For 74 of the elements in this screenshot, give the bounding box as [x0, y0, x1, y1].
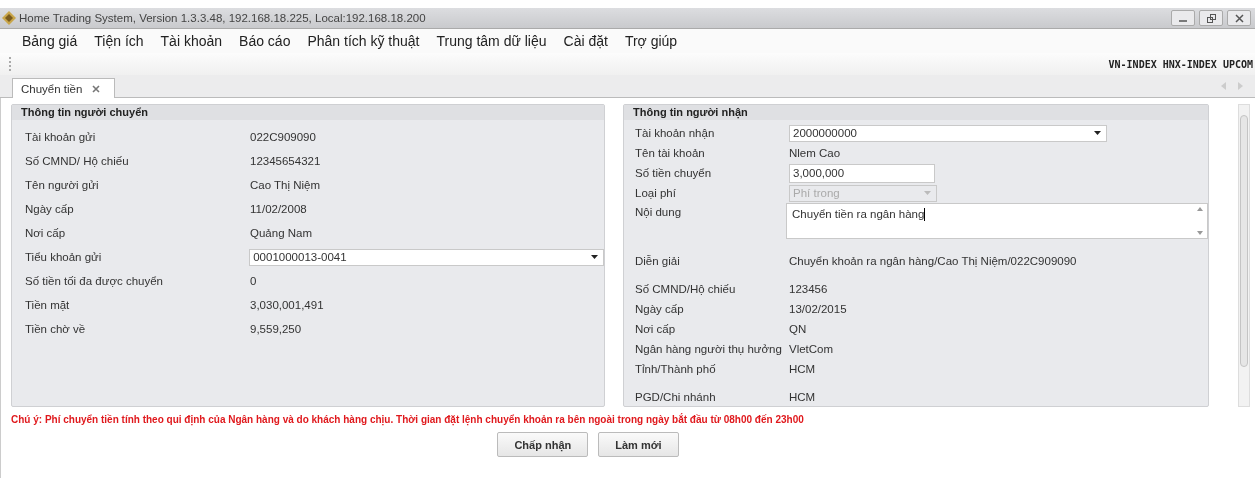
field-value: QN — [789, 323, 807, 335]
field-value: Nlem Cao — [789, 147, 841, 159]
field-value: 123456 — [789, 283, 828, 295]
field-value: 0 — [250, 275, 257, 287]
field-value: 13/02/2015 — [789, 303, 847, 315]
scrollbar[interactable] — [1238, 104, 1250, 407]
menu-item[interactable]: Trung tâm dữ liệu — [436, 33, 547, 49]
panel-header: Thông tin người nhận — [624, 105, 1208, 120]
field-label: Tên người gửi — [25, 179, 100, 191]
index-link[interactable]: VN-INDEX — [1108, 58, 1157, 70]
dropdown[interactable]: 2000000000 — [789, 124, 1107, 142]
field-label: Số CMND/ Hộ chiếu — [25, 155, 130, 167]
menu-item[interactable]: Báo cáo — [239, 33, 291, 49]
field-label: Tỉnh/Thành phố — [635, 363, 717, 375]
notice-text: Chú ý: Phí chuyển tiền tính theo qui định của Ngân hàng và do khách hàng chịu. Thời gian đặt lệnh chuyển khoản ra bên ngoài trong ngày bắt đầu từ 08h00 đến 23h00 — [11, 414, 805, 425]
input-field[interactable]: 3,000,000 — [789, 163, 935, 183]
index-link[interactable]: UPCOM — [1222, 58, 1253, 70]
text-area[interactable]: Chuyển tiền ra ngân hàng — [786, 203, 1208, 239]
caret-icon — [591, 255, 598, 259]
field-label: Ngày cấp — [635, 303, 685, 315]
close-icon — [1234, 13, 1244, 23]
action-button[interactable]: Làm mới — [598, 432, 679, 457]
scrollbar[interactable] — [1195, 207, 1205, 235]
field-label: Tiền chờ về — [25, 323, 87, 335]
restore-button[interactable] — [1199, 10, 1223, 26]
menu-item[interactable]: Tiện ích — [94, 33, 144, 49]
field-label: Tài khoản nhận — [635, 127, 716, 139]
field-label: PGD/Chi nhánh — [635, 391, 717, 403]
menu-item[interactable]: Cài đặt — [563, 33, 608, 49]
field-label: Số tiền chuyển — [635, 167, 713, 179]
field-label: Tài khoản gửi — [25, 131, 97, 143]
menu-item[interactable]: Trợ giúp — [624, 33, 678, 49]
down-arrow-icon[interactable] — [1197, 231, 1203, 235]
field-value: Cao Thị Niệm — [250, 179, 321, 191]
minimize-icon — [1179, 19, 1187, 22]
field-label: Nơi cấp — [25, 227, 67, 239]
close-icon[interactable] — [92, 84, 101, 93]
restore-icon — [1206, 13, 1216, 23]
field-label: Loại phí — [635, 187, 677, 199]
panel-header: Thông tin người chuyển — [12, 105, 604, 120]
field-label: Nơi cấp — [635, 323, 677, 335]
close-button[interactable] — [1227, 10, 1251, 26]
field-label: Nội dung — [635, 205, 683, 218]
field-label: Ngân hàng người thụ hưởng — [635, 343, 783, 355]
menu-item[interactable]: Phân tích kỹ thuật — [307, 33, 420, 49]
field-label: Tên tài khoản — [635, 147, 706, 159]
field-value: HCM — [789, 391, 816, 403]
up-arrow-icon[interactable] — [1197, 207, 1203, 211]
field-value: 11/02/2008 — [250, 203, 307, 215]
field-value: 12345654321 — [250, 155, 321, 167]
field-value: Quảng Nam — [250, 227, 312, 239]
dropdown[interactable]: 0001000013-0041 — [249, 248, 604, 266]
action-button[interactable]: Chấp nhận — [497, 432, 589, 457]
menu-item[interactable]: Bảng giá — [22, 33, 78, 49]
window-title: Home Trading System, Version 1.3.3.48, 192.168.18.225, Local:192.168.18.200 — [19, 12, 426, 24]
field-value: 022C909090 — [250, 131, 316, 143]
minimize-button[interactable] — [1171, 10, 1195, 26]
field-value: VletCom — [789, 343, 834, 355]
field-value: 9,559,250 — [250, 323, 302, 335]
field-value: 3,030,001,491 — [250, 299, 324, 311]
menu-item[interactable]: Tài khoản — [160, 33, 223, 49]
diamond-logo-icon — [2, 11, 16, 25]
field-value: Chuyển khoản ra ngân hàng/Cao Thị Niệm/022C909090 — [789, 255, 1077, 267]
field-label: Số tiền tối đa được chuyển — [25, 275, 164, 287]
field-label: Diễn giải — [635, 255, 681, 267]
field-label: Tiểu khoản gửi — [25, 251, 103, 263]
field-label: Ngày cấp — [25, 203, 75, 215]
field-label: Tiền mặt — [25, 299, 71, 311]
caret-icon — [924, 191, 931, 195]
field-value: HCM — [789, 363, 816, 375]
tab[interactable]: Chuyển tiền — [12, 78, 116, 98]
field-label: Số CMND/Hộ chiếu — [635, 283, 737, 295]
index-link[interactable]: HNX-INDEX — [1162, 58, 1217, 70]
caret-icon — [1094, 131, 1101, 135]
